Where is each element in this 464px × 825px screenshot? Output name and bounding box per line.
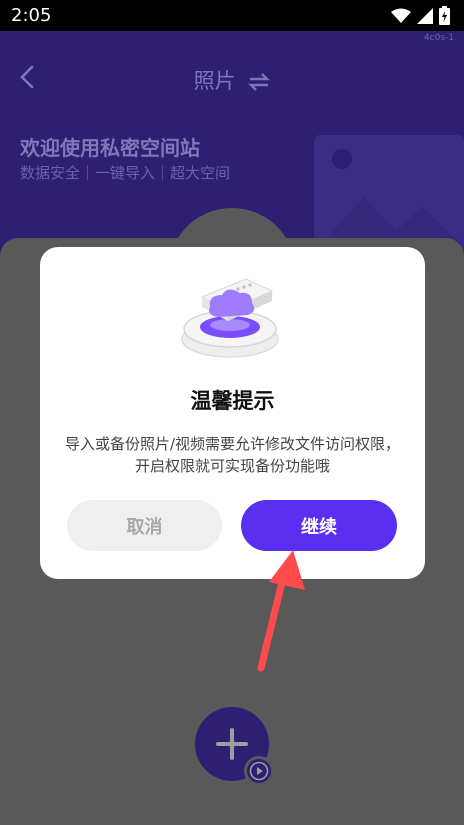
pointer-arrow-icon [257, 550, 305, 672]
build-tag: 4c0s-1 [423, 33, 454, 43]
status-time: 2:05 [11, 5, 52, 26]
dialog-title: 温馨提示 [190, 389, 275, 413]
video-badge [244, 756, 274, 786]
status-icons [391, 6, 450, 25]
welcome-title: 欢迎使用私密空间站 [20, 136, 200, 160]
continue-button[interactable]: 继续 [241, 500, 397, 551]
cancel-button[interactable]: 取消 [67, 500, 222, 551]
welcome-subtitle: 数据安全｜一键导入｜超大空间 [20, 164, 231, 182]
cloud-storage-icon [181, 278, 279, 358]
page-title-text: 照片 [193, 69, 236, 93]
wifi-icon [391, 8, 411, 23]
battery-icon [439, 6, 450, 25]
plus-icon [216, 728, 248, 760]
signal-icon [417, 7, 433, 24]
play-icon [249, 761, 269, 781]
status-bar: 2:05 [0, 0, 464, 31]
permission-dialog: 温馨提示 导入或备份照片/视频需要允许修改文件访问权限，开启权限就可实现备份功能… [40, 247, 425, 579]
page-title[interactable]: 照片 [0, 65, 464, 95]
swap-icon [248, 73, 271, 91]
dialog-message: 导入或备份照片/视频需要允许修改文件访问权限，开启权限就可实现备份功能哦 [64, 435, 401, 475]
